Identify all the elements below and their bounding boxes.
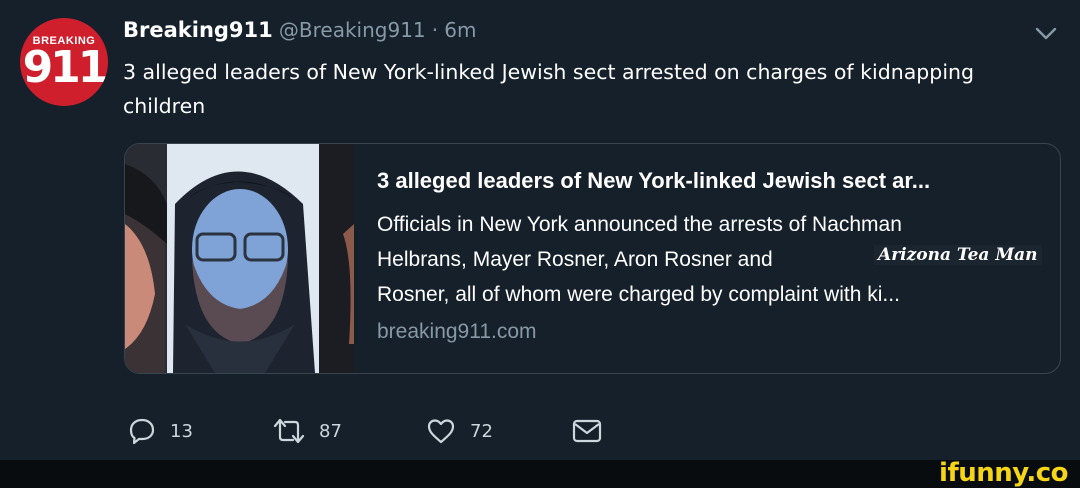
like-icon xyxy=(427,419,455,444)
tweet: BREAKING 911 Breaking911 @Breaking911 · … xyxy=(0,0,1080,460)
timestamp[interactable]: 6m xyxy=(444,18,476,42)
avatar[interactable]: BREAKING 911 xyxy=(20,18,108,106)
reply-button[interactable]: 13 xyxy=(128,414,193,448)
card-domain[interactable]: breaking911.com xyxy=(377,320,1047,344)
chevron-down-icon[interactable] xyxy=(1034,25,1058,43)
footer-bar: ifunny.co xyxy=(0,458,1080,488)
retweet-count: 87 xyxy=(319,420,342,442)
like-button[interactable]: 72 xyxy=(426,414,493,448)
card-title[interactable]: 3 alleged leaders of New York-linked Jew… xyxy=(377,168,1047,202)
display-name[interactable]: Breaking911 xyxy=(123,18,273,42)
tweet-text: 3 alleged leaders of New York-linked Jew… xyxy=(123,60,975,118)
ifunny-watermark: ifunny.co xyxy=(939,458,1068,488)
reply-icon xyxy=(129,418,155,445)
card-description-line-3: Rosner, all of whom were charged by comp… xyxy=(377,283,900,306)
tweet-header: Breaking911 @Breaking911 · 6m xyxy=(123,17,476,43)
retweet-button[interactable]: 87 xyxy=(273,414,342,448)
message-icon xyxy=(572,419,602,443)
avatar-number: 911 xyxy=(22,42,108,93)
retweet-icon xyxy=(273,418,305,444)
card-image-graphic xyxy=(125,144,354,373)
card-description-line-1: Officials in New York announced the arre… xyxy=(377,213,902,236)
reply-count: 13 xyxy=(170,420,193,442)
separator: · xyxy=(431,18,439,42)
user-handle[interactable]: @Breaking911 xyxy=(279,18,426,42)
message-button[interactable] xyxy=(571,414,603,448)
card-image xyxy=(125,144,354,373)
like-count: 72 xyxy=(470,420,493,442)
overlay-caption: Arizona Tea Man xyxy=(874,245,1042,265)
